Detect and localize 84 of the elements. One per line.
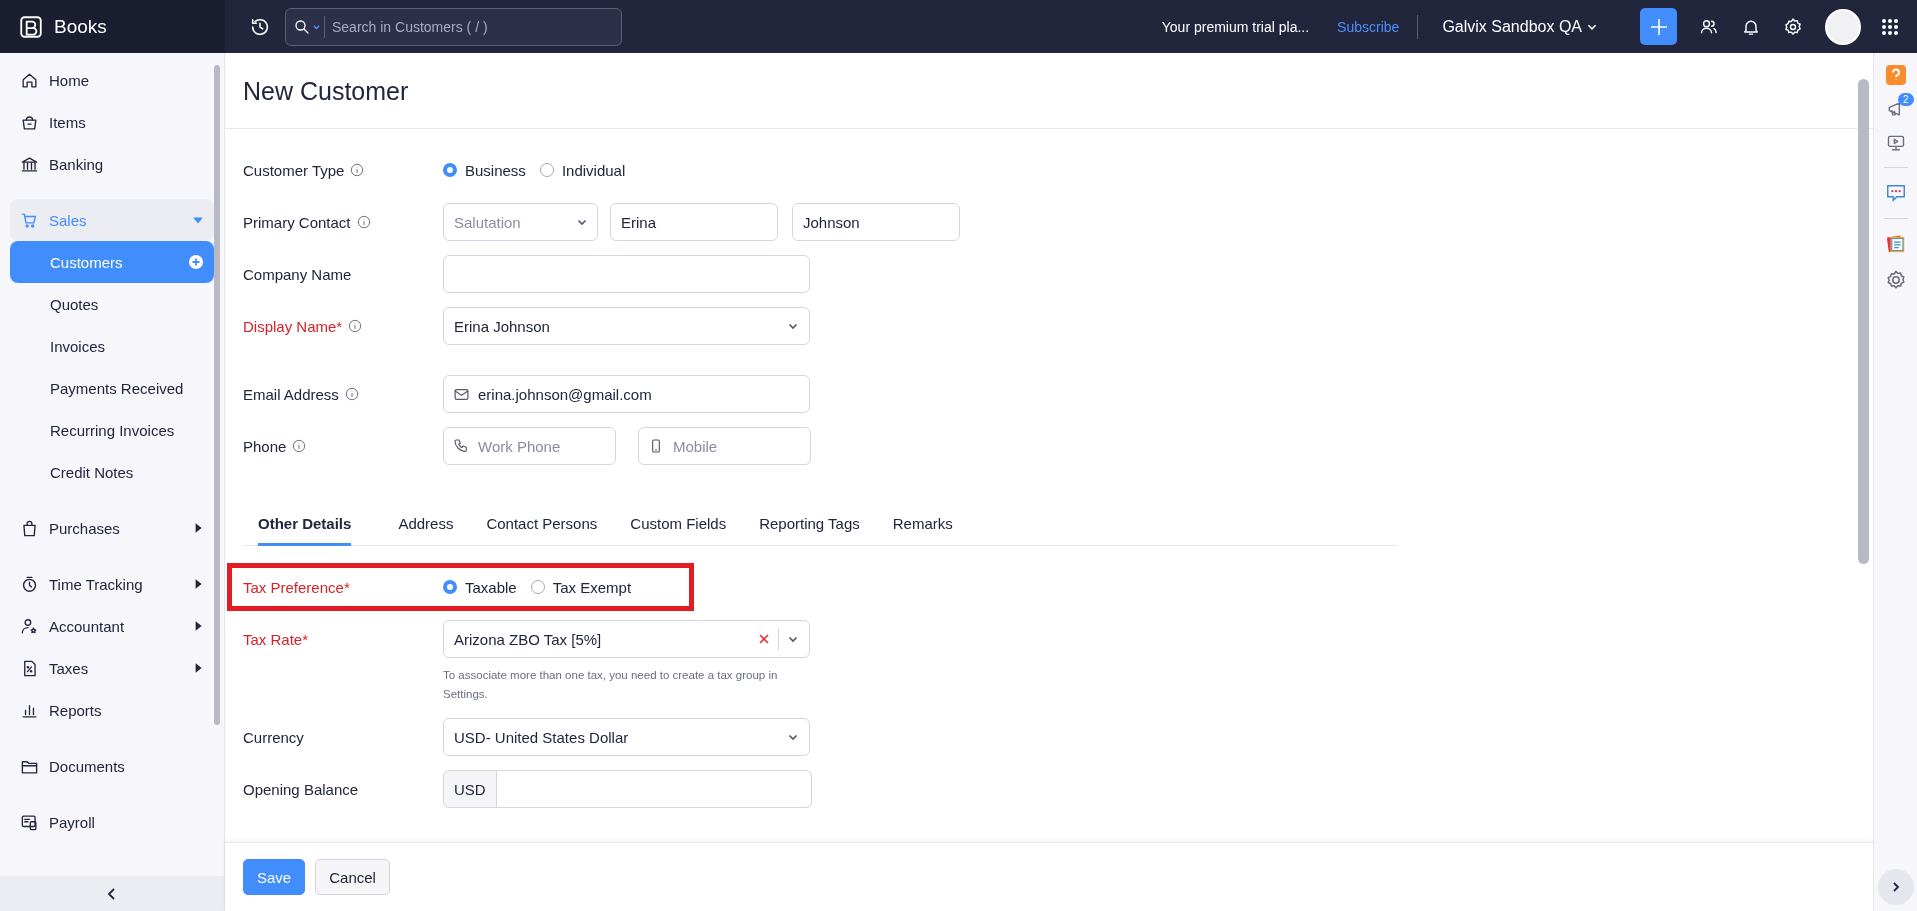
- radio-button[interactable]: [443, 163, 457, 177]
- quick-create-button[interactable]: [1640, 8, 1677, 45]
- company-name-field[interactable]: [443, 255, 810, 293]
- email-field[interactable]: erina.johnson@gmail.com: [443, 375, 810, 413]
- search-icon: [293, 17, 311, 36]
- app-name: Books: [54, 15, 107, 38]
- select-field[interactable]: Erina Johnson: [443, 307, 810, 345]
- field-label: Company Name: [243, 265, 352, 283]
- organization-menu[interactable]: Galvix Sandbox QA: [1436, 16, 1604, 37]
- sidebar-item[interactable]: Purchases: [10, 507, 214, 549]
- tab[interactable]: Remarks: [877, 509, 968, 546]
- plus-icon: [1648, 16, 1669, 37]
- envelope-icon: [453, 386, 470, 403]
- sidebar-item[interactable]: Time Tracking: [10, 563, 214, 605]
- radio-label: Business: [465, 161, 526, 179]
- sidebar-item[interactable]: Payroll: [10, 801, 214, 843]
- sidebar-subitem[interactable]: Quotes: [10, 283, 214, 325]
- help-icon[interactable]: [1885, 65, 1906, 85]
- sidebar-subitem[interactable]: Invoices: [10, 325, 214, 367]
- phone-icon: [453, 438, 469, 454]
- avatar[interactable]: [1825, 8, 1861, 45]
- logo-icon: [18, 13, 44, 40]
- tab[interactable]: Custom Fields: [615, 509, 742, 546]
- field-label: Phone: [243, 437, 287, 455]
- cart-icon: [20, 210, 39, 230]
- field-label: Tax Preference*: [243, 578, 350, 596]
- scrollbar-thumb[interactable]: [214, 65, 220, 725]
- tab[interactable]: Other Details: [258, 509, 352, 546]
- add-circle-icon[interactable]: [188, 254, 204, 270]
- select-field[interactable]: USD- United States Dollar: [443, 718, 810, 756]
- sidebar-item[interactable]: Home: [10, 59, 214, 101]
- payroll-card-icon: [20, 812, 39, 832]
- app-grid-icon[interactable]: [1881, 17, 1899, 36]
- home-icon: [20, 70, 39, 90]
- sidebar-item[interactable]: Banking: [10, 143, 214, 185]
- caret-icon: [312, 22, 321, 32]
- notification-badge: 2: [1897, 93, 1914, 106]
- help-text: To associate more than one tax, you need to create a tax group in Settings.: [443, 668, 779, 702]
- bank-icon: [20, 154, 39, 174]
- tab[interactable]: Address: [383, 509, 469, 546]
- tab[interactable]: Reporting Tags: [744, 509, 875, 546]
- select-field[interactable]: Arizona ZBO Tax [5%]: [443, 620, 810, 658]
- video-monitor-icon: [1885, 133, 1906, 153]
- sidebar-subitem[interactable]: Recurring Invoices: [10, 409, 214, 451]
- bag-icon: [20, 518, 39, 538]
- mobile-field[interactable]: Mobile: [638, 427, 811, 465]
- field-label: Primary Contact: [243, 213, 351, 231]
- person-star-icon: [20, 616, 39, 636]
- work-phone-field[interactable]: Work Phone: [443, 427, 616, 465]
- sidebar-subitem[interactable]: Payments Received: [10, 367, 214, 409]
- sidebar-item[interactable]: Accountant: [10, 605, 214, 647]
- trial-notice: Your premium trial pla...: [1161, 18, 1310, 35]
- gear-plug-icon: [1884, 269, 1907, 291]
- field-label: Tax Rate*: [243, 630, 309, 648]
- salutation-dropdown[interactable]: Salutation: [443, 203, 598, 241]
- search-field[interactable]: Search in Customers ( / ): [285, 7, 622, 46]
- sidebar-item[interactable]: Taxes: [10, 647, 214, 689]
- currency-prefix: USD: [443, 770, 497, 808]
- chat-icon[interactable]: [1884, 182, 1907, 204]
- last-name-field[interactable]: Johnson: [792, 203, 960, 241]
- scrollbar-thumb[interactable]: [1858, 79, 1869, 564]
- field-label: Customer Type: [243, 161, 345, 179]
- opening-balance-field[interactable]: [496, 770, 812, 808]
- subscribe-link[interactable]: Subscribe: [1337, 18, 1400, 35]
- sidebar-item[interactable]: Reports: [10, 689, 214, 731]
- radio-label: Individual: [561, 161, 626, 179]
- clear-icon[interactable]: [758, 633, 770, 645]
- tab[interactable]: Contact Persons: [471, 509, 613, 546]
- field-label: Opening Balance: [243, 780, 359, 798]
- field-label: Email Address: [243, 385, 339, 403]
- radio-label: Taxable: [465, 578, 517, 596]
- sidebar-item[interactable]: Items: [10, 101, 214, 143]
- first-name-field[interactable]: Erina: [610, 203, 778, 241]
- sidebar-subitem[interactable]: Credit Notes: [10, 451, 214, 493]
- cancel-button[interactable]: Cancel: [315, 859, 390, 895]
- radio-button[interactable]: [530, 580, 545, 594]
- documents-icon[interactable]: [1884, 233, 1907, 255]
- radio-button[interactable]: [443, 580, 457, 594]
- field-label: Currency: [243, 728, 304, 746]
- timer-icon: [20, 574, 39, 594]
- sidebar-item[interactable]: Documents: [10, 745, 214, 787]
- field-label: Display Name*: [243, 317, 343, 335]
- radio-button[interactable]: [539, 163, 554, 177]
- radio-label: Tax Exempt: [552, 578, 632, 596]
